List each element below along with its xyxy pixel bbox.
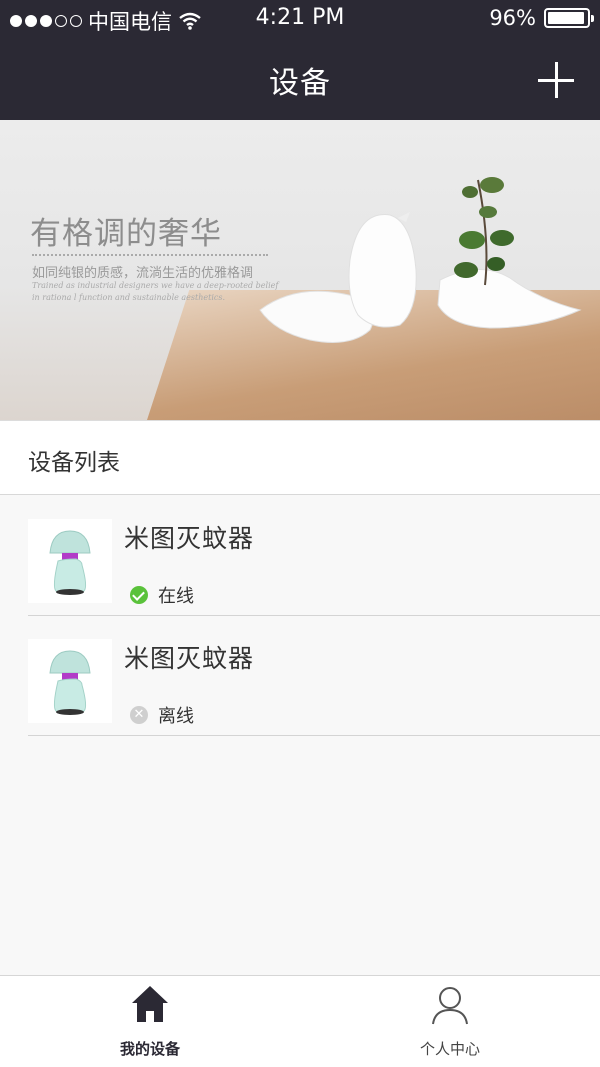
device-list-title: 设备列表 xyxy=(28,450,120,476)
device-item[interactable]: 米图灭蚊器 ✕ 离线 xyxy=(0,617,600,736)
bottom-tab-bar: 我的设备 个人中心 xyxy=(0,975,600,1067)
status-right: 96% xyxy=(489,6,594,30)
person-icon xyxy=(432,987,468,1025)
tab-my-devices[interactable]: 我的设备 xyxy=(0,976,300,1067)
promo-banner[interactable]: 有格调的奢华 如同纯银的质感，流淌生活的优雅格调 Trained as indu… xyxy=(0,120,600,420)
device-name: 米图灭蚊器 xyxy=(124,644,255,673)
page-title: 设备 xyxy=(269,66,331,101)
tab-label: 我的设备 xyxy=(119,1040,180,1058)
online-check-icon xyxy=(130,586,148,604)
home-icon xyxy=(132,986,168,1022)
mosquito-lamp-image xyxy=(28,519,112,603)
device-status: 在线 xyxy=(130,582,194,608)
device-name: 米图灭蚊器 xyxy=(124,524,255,553)
device-list-header: 设备列表 xyxy=(0,420,600,495)
banner-divider xyxy=(32,254,268,256)
banner-subtitle: 如同纯银的质感，流淌生活的优雅格调 xyxy=(32,266,254,281)
battery-fill xyxy=(548,12,585,24)
device-thumbnail xyxy=(49,530,91,595)
device-status: ✕ 离线 xyxy=(130,702,194,728)
status-bar: 中国电信 4:21 PM 96% xyxy=(0,0,600,38)
tab-label: 个人中心 xyxy=(419,1040,480,1058)
add-device-button[interactable] xyxy=(538,62,574,98)
divider xyxy=(28,615,600,616)
device-status-label: 在线 xyxy=(158,586,194,607)
device-item[interactable]: 米图灭蚊器 在线 xyxy=(0,497,600,616)
banner-headline: 有格调的奢华 xyxy=(30,216,222,252)
device-status-label: 离线 xyxy=(158,706,194,727)
mosquito-lamp-image xyxy=(28,639,112,723)
offline-x-icon: ✕ xyxy=(130,706,148,724)
battery-percent: 96% xyxy=(489,6,536,30)
battery-icon xyxy=(544,8,594,28)
device-thumbnail xyxy=(49,650,91,715)
divider xyxy=(28,735,600,736)
banner-bird-vases-image xyxy=(259,177,582,343)
top-bar: 中国电信 4:21 PM 96% 设备 xyxy=(0,0,600,120)
tab-personal-center[interactable]: 个人中心 xyxy=(300,976,600,1067)
